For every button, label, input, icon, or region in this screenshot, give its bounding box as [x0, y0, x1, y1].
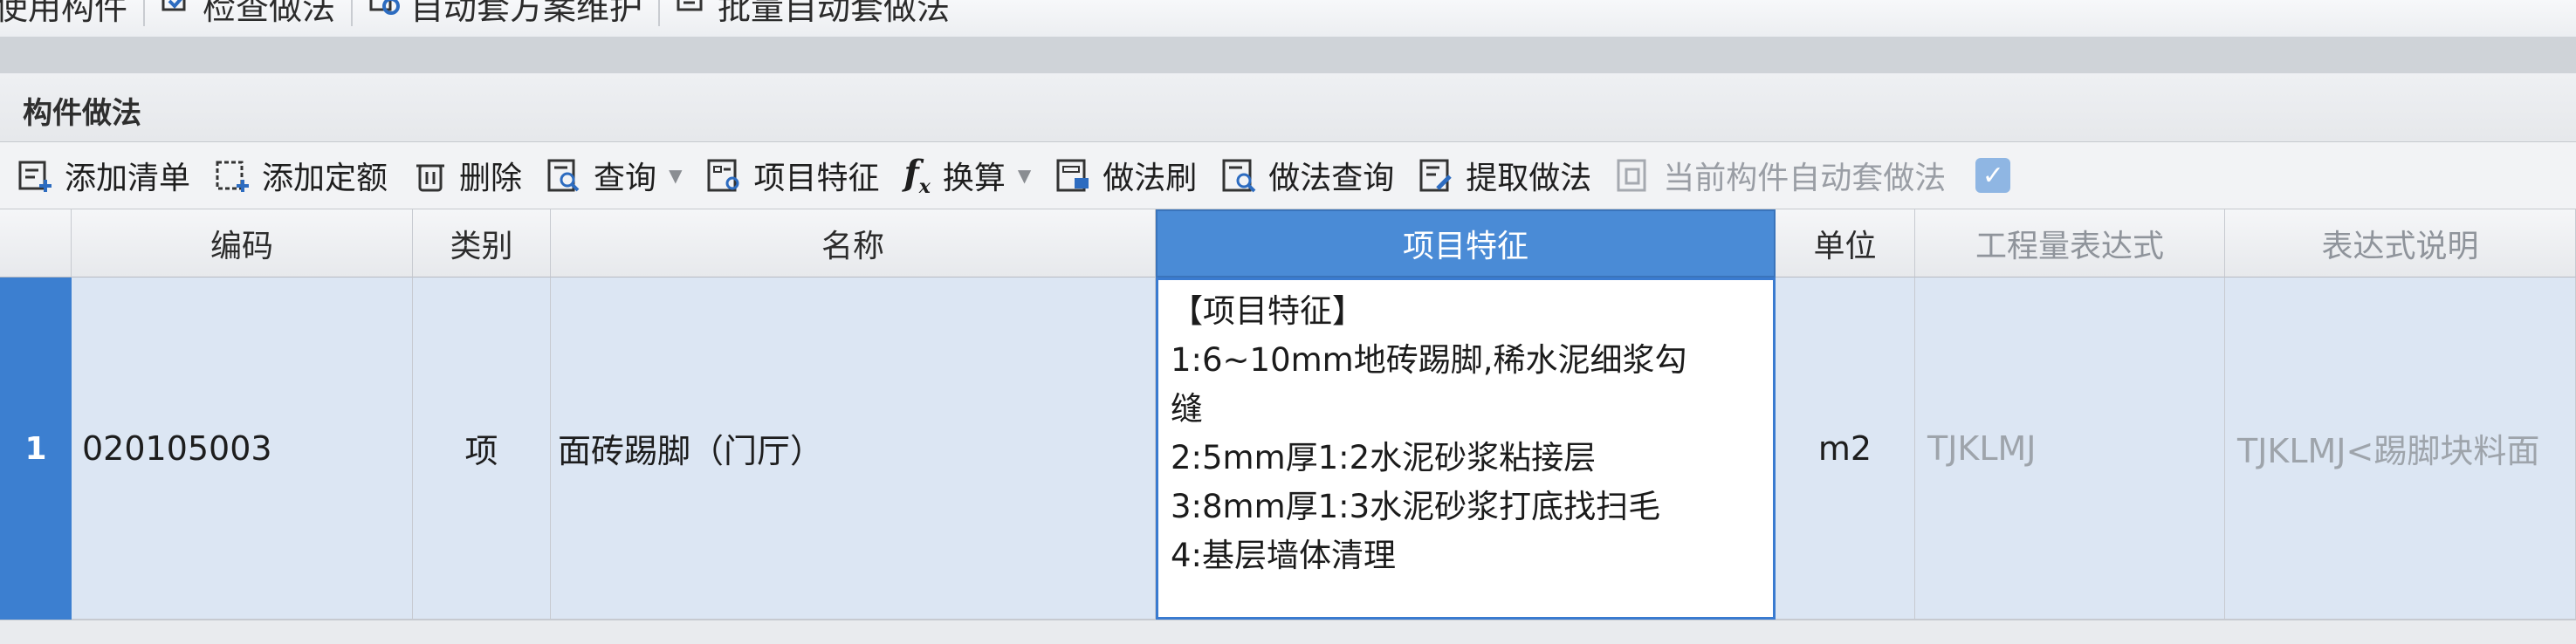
top-item-label: 自动套方案维护 [410, 0, 643, 27]
query-dropdown-button[interactable]: 查询 ▼ [534, 149, 694, 202]
delete-label: 删除 [459, 161, 523, 196]
add-list-button[interactable]: 添加清单 [0, 149, 203, 202]
cell-feature[interactable]: 【项目特征】 1:6~10mm地砖踢脚,稀水泥细浆勾 缝 2:5mm厚1:2水泥… [1156, 277, 1776, 620]
header-name[interactable]: 名称 [551, 209, 1156, 277]
add-list-icon [18, 161, 52, 192]
auto-apply-icon [1617, 159, 1646, 192]
add-list-label: 添加清单 [65, 161, 191, 196]
add-quota-icon [216, 161, 250, 192]
header-expression-note[interactable]: 表达式说明 [2225, 209, 2576, 277]
top-item-label: 检查做法 [203, 0, 336, 27]
query-label: 查询 [594, 161, 657, 196]
panel-header: 构件做法 [0, 73, 2576, 142]
grid-footer [0, 620, 2576, 644]
option-checkbox[interactable]: ✓ [1975, 158, 2011, 193]
top-item-batch-auto[interactable]: 批量自动套做法 [676, 0, 950, 27]
feature-line: 【项目特征】 [1171, 292, 1364, 330]
feature-line: 3:8mm厚1:3水泥砂浆打底找扫毛 [1171, 488, 1661, 525]
formula-icon-f: f [903, 153, 919, 194]
convert-label: 换算 [942, 161, 1006, 196]
divider [658, 0, 661, 26]
panel-title: 构件做法 [23, 96, 141, 131]
divider [351, 0, 354, 26]
row-number[interactable]: 1 [0, 277, 72, 620]
project-feature-label: 项目特征 [753, 161, 880, 196]
cell-expression[interactable]: TJKLMJ [1915, 277, 2225, 620]
header-feature[interactable]: 项目特征 [1156, 209, 1776, 277]
top-item-auto-scheme[interactable]: 自动套方案维护 [368, 0, 642, 27]
top-toolbar: 使用构件 检查做法 自动套方案维护 批量自动套做法 [0, 0, 2576, 37]
method-brush-label: 做法刷 [1103, 161, 1198, 196]
project-feature-button[interactable]: 项目特征 [694, 149, 891, 202]
cell-name[interactable]: 面砖踢脚（门厅） [551, 277, 1156, 620]
check-list-icon [161, 0, 186, 11]
method-toolbar: 添加清单 添加定额 删除 查询 ▼ 项目特征 fx 换算 ▼ 做法刷 做法查询 … [0, 142, 2576, 209]
top-item-use-component[interactable]: 使用构件 [0, 0, 127, 27]
delete-button[interactable]: 删除 [400, 149, 534, 202]
formula-icon: fx [903, 153, 930, 198]
divider [143, 0, 146, 26]
feature-line: 4:基层墙体清理 [1171, 537, 1397, 574]
check-icon: ✓ [1982, 160, 2004, 191]
feature-line: 2:5mm厚1:2水泥砂浆粘接层 [1171, 439, 1597, 476]
method-brush-button[interactable]: 做法刷 [1043, 149, 1209, 202]
document-gear-icon [369, 0, 401, 15]
add-quota-label: 添加定额 [262, 161, 388, 196]
chevron-down-icon: ▼ [1017, 165, 1032, 186]
top-item-label: 使用构件 [0, 0, 128, 27]
method-query-icon [1222, 159, 1256, 193]
feature-line: 1:6~10mm地砖踢脚,稀水泥细浆勾 [1171, 341, 1687, 379]
auto-apply-button[interactable]: 当前构件自动套做法 [1604, 149, 1958, 202]
method-query-button[interactable]: 做法查询 [1209, 149, 1406, 202]
header-expression[interactable]: 工程量表达式 [1915, 209, 2225, 277]
add-quota-button[interactable]: 添加定额 [203, 149, 400, 202]
cell-unit[interactable]: m2 [1776, 277, 1915, 620]
batch-icon [677, 0, 703, 11]
panel-splitter[interactable] [0, 37, 2576, 74]
chevron-down-icon: ▼ [669, 165, 683, 186]
top-item-label: 批量自动套做法 [718, 0, 951, 27]
formula-icon-x: x [918, 175, 931, 198]
method-query-label: 做法查询 [1268, 161, 1395, 196]
header-category[interactable]: 类别 [413, 209, 551, 277]
query-icon [547, 159, 580, 192]
feature-line: 缝 [1171, 390, 1203, 428]
auto-apply-label: 当前构件自动套做法 [1663, 161, 1947, 196]
extract-icon [1419, 159, 1453, 192]
cell-category[interactable]: 项 [413, 277, 551, 620]
feature-icon [707, 159, 739, 192]
brush-icon [1056, 159, 1089, 192]
header-unit[interactable]: 单位 [1776, 209, 1915, 277]
convert-dropdown-button[interactable]: fx 换算 ▼ [891, 149, 1043, 202]
method-grid: 编码 类别 名称 项目特征 单位 工程量表达式 表达式说明 1 02010500… [0, 209, 2576, 620]
cell-expression-note[interactable]: TJKLMJ<踢脚块料面 [2225, 277, 2576, 620]
trash-icon [416, 164, 445, 192]
row-number-header [0, 209, 72, 277]
cell-code[interactable]: 020105003 [72, 277, 413, 620]
extract-method-button[interactable]: 提取做法 [1406, 149, 1604, 202]
extract-method-label: 提取做法 [1466, 161, 1592, 196]
top-item-check-method[interactable]: 检查做法 [161, 0, 335, 27]
header-code[interactable]: 编码 [72, 209, 413, 277]
